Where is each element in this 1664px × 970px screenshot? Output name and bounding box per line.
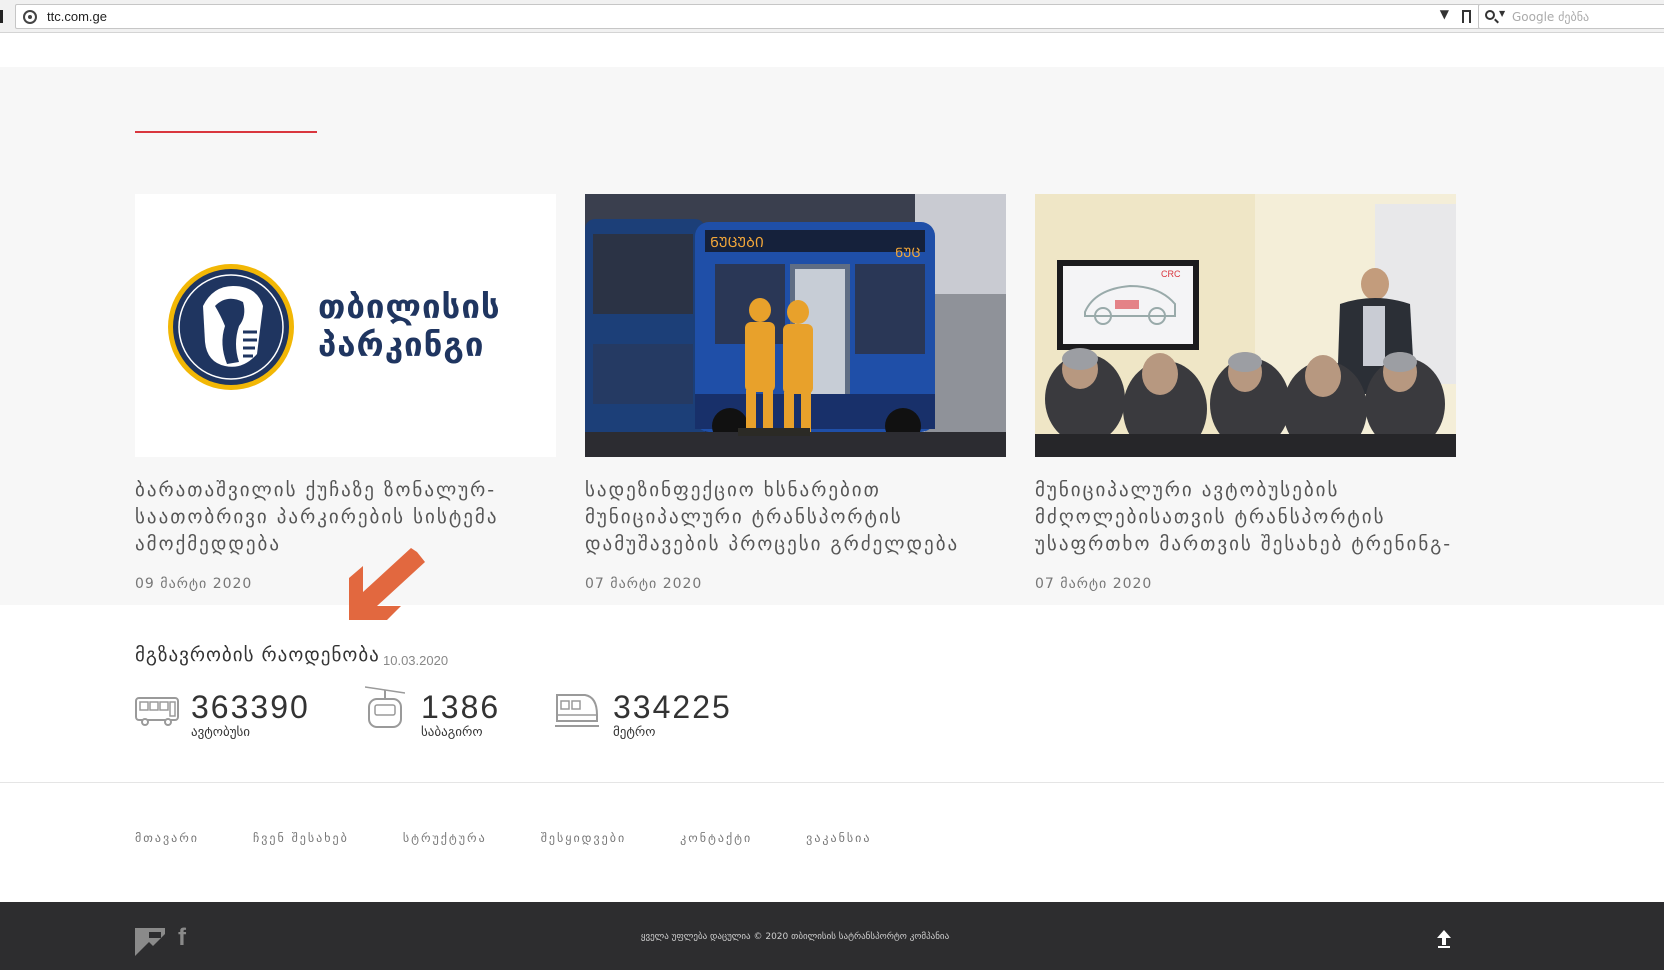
- footer-link-about[interactable]: ჩვენ შესახებ: [253, 831, 349, 845]
- stat-value: 363390: [191, 689, 310, 725]
- section-divider: [0, 782, 1664, 783]
- news-card[interactable]: თბილისის პარკინგი ბარათაშვილის ქუჩაზე ზო…: [135, 194, 556, 592]
- stats-title: მგზავრობის რაოდენობა: [135, 644, 380, 666]
- news-image-bus-disinfection[interactable]: ᲜᲣᲪᲣᲑᲘ ᲜᲣᲪ: [585, 194, 1006, 457]
- training-photo: CRC: [1035, 194, 1456, 457]
- news-title[interactable]: ბარათაშვილის ქუჩაზე ზონალურ-საათობრივი პ…: [135, 477, 556, 558]
- site-info-icon[interactable]: [23, 10, 37, 24]
- news-card[interactable]: ᲜᲣᲪᲣᲑᲘ ᲜᲣᲪ სადეზინფექციო ხსნარებით მუნიც…: [585, 194, 1006, 592]
- logo-line-1: თბილისის: [318, 287, 501, 326]
- address-bar[interactable]: ttc.com.ge ▼: [15, 4, 1480, 29]
- search-icon[interactable]: [1485, 10, 1495, 20]
- stat-value: 334225: [613, 689, 732, 725]
- heading-underline: [135, 131, 317, 133]
- copyright-text: ყველა უფლება დაცულია © 2020 თბილისის სატ…: [640, 932, 950, 942]
- stats-date: 10.03.2020: [383, 653, 449, 668]
- url-dropdown-icon[interactable]: ▼: [1440, 7, 1449, 21]
- logo-line-2: პარკინგი: [318, 325, 485, 364]
- logo-text: თბილისის პარკინგი: [318, 288, 501, 364]
- browser-toolbar: ttc.com.ge ▼ ▼ Google ძებნა: [0, 0, 1664, 33]
- bottom-bar: f ყველა უფლება დაცულია © 2020 თბილისის ს…: [0, 902, 1664, 970]
- news-title[interactable]: სადეზინფექციო ხსნარებით მუნიციპალური ტრა…: [585, 477, 1006, 558]
- footer-link-vacancy[interactable]: ვაკანსია: [806, 831, 871, 845]
- news-section: ▔▔▔ ▔▔▔▔▔▔ თბილისის პარკინგი ბარათაშვილი…: [0, 67, 1664, 605]
- stat-label: ავტობუსი: [191, 725, 251, 740]
- footer-link-structure[interactable]: სტრუქტურა: [403, 831, 487, 845]
- metro-icon: [555, 694, 599, 727]
- url-text[interactable]: ttc.com.ge: [47, 9, 107, 24]
- scroll-to-top-icon[interactable]: [1437, 930, 1451, 948]
- stat-value: 1386: [421, 689, 501, 725]
- news-date: 09 მარტი 2020: [135, 576, 253, 592]
- footer-link-contact[interactable]: კონტაქტი: [680, 831, 752, 845]
- bus-disinfection-photo: ᲜᲣᲪᲣᲑᲘ ᲜᲣᲪ: [585, 194, 1006, 457]
- svg-text:ᲜᲣᲪ: ᲜᲣᲪ: [895, 246, 920, 261]
- cable-car-icon: [365, 686, 405, 728]
- search-bar[interactable]: ▼ Google ძებნა: [1478, 4, 1664, 29]
- svg-text:ᲜᲣᲪᲣᲑᲘ: ᲜᲣᲪᲣᲑᲘ: [710, 235, 764, 251]
- news-date: 07 მარტი 2020: [585, 576, 703, 592]
- footer-link-home[interactable]: მთავარი: [135, 831, 199, 845]
- news-title[interactable]: მუნიციპალური ავტობუსების მძღოლებისათვის …: [1035, 477, 1456, 558]
- news-image-driver-training[interactable]: CRC: [1035, 194, 1456, 457]
- stat-label: საბაგირო: [421, 725, 483, 740]
- window-edge: [0, 10, 3, 23]
- section-heading-clipped: ▔▔▔ ▔▔▔▔▔▔: [135, 100, 335, 110]
- annotation-arrow-icon: [349, 548, 425, 620]
- footer-nav: მთავარი ჩვენ შესახებ სტრუქტურა შესყიდვებ…: [135, 831, 925, 845]
- news-card[interactable]: CRC მუნიციპალური ავტობუსების მძღოლებისათ…: [1035, 194, 1456, 592]
- footer-link-procurement[interactable]: შესყიდვები: [541, 831, 626, 845]
- svg-text:CRC: CRC: [1161, 269, 1181, 279]
- news-image-parking-logo[interactable]: თბილისის პარკინგი: [135, 194, 556, 457]
- search-input[interactable]: Google ძებნა: [1512, 10, 1589, 24]
- bus-icon: [135, 697, 179, 726]
- stat-label: მეტრო: [613, 725, 656, 740]
- search-engine-dropdown-icon[interactable]: ▼: [1499, 9, 1505, 18]
- news-date: 07 მარტი 2020: [1035, 576, 1153, 592]
- bookmark-icon[interactable]: [1462, 10, 1471, 27]
